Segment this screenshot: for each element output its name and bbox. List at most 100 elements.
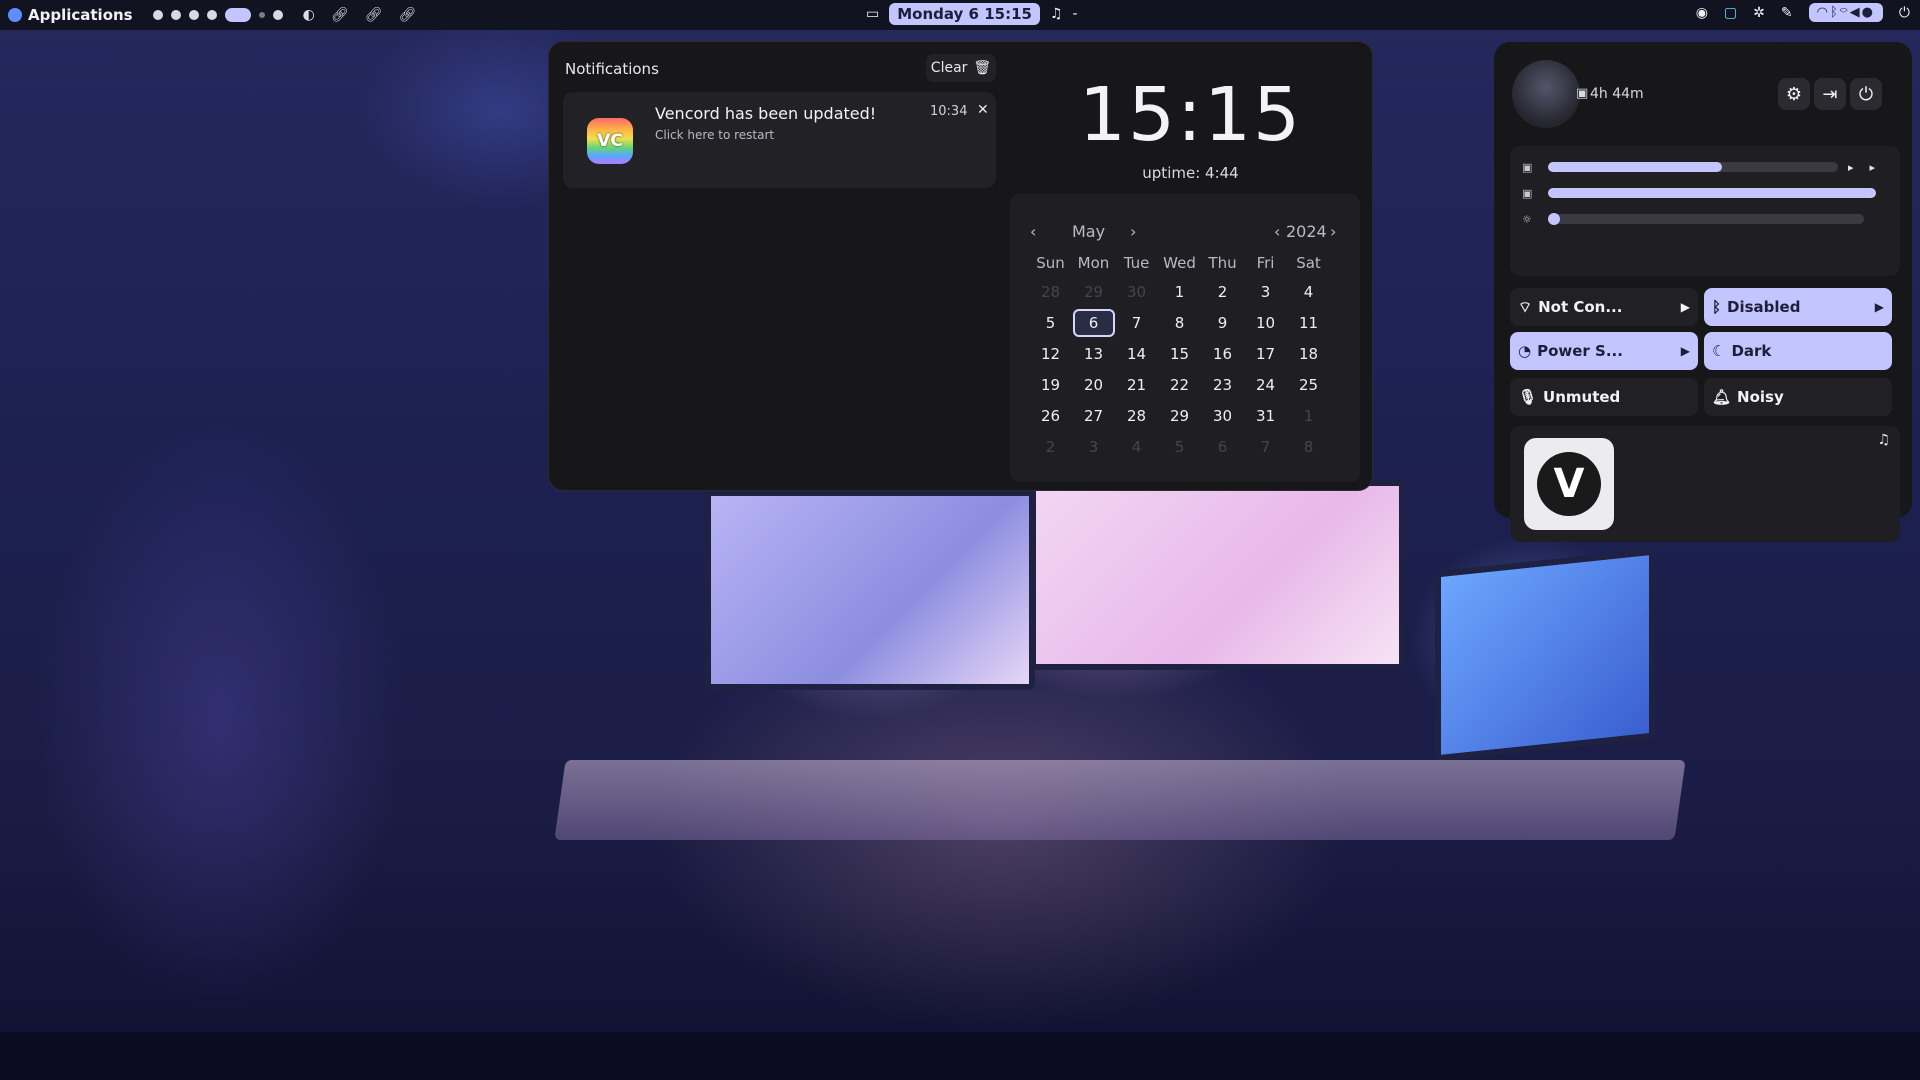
calendar-day[interactable]: 28	[1029, 278, 1072, 309]
calendar-day[interactable]: 13	[1072, 340, 1115, 371]
calendar-day[interactable]: 4	[1287, 278, 1330, 309]
calendar-day[interactable]: 6	[1201, 433, 1244, 464]
link-icon[interactable]: 🔗︎	[365, 7, 383, 23]
screen-icon[interactable]: ▢	[1724, 5, 1737, 21]
calendar-day[interactable]: 2	[1029, 433, 1072, 464]
calendar-day[interactable]: 9	[1201, 309, 1244, 340]
calendar-day[interactable]: 22	[1158, 371, 1201, 402]
power-button-icon[interactable]: ⏻	[1850, 78, 1882, 110]
calendar-day[interactable]: 1	[1158, 278, 1201, 309]
calendar-day[interactable]: 8	[1158, 309, 1201, 340]
settings-gear-icon[interactable]: ⚙	[1778, 78, 1810, 110]
brightness-icon: ☼	[1522, 212, 1532, 226]
status-pill[interactable]: ◠ᛒ⌔◀●	[1808, 3, 1883, 22]
calendar-day[interactable]: 14	[1115, 340, 1158, 371]
calendar-day[interactable]: 30	[1201, 402, 1244, 433]
calendar-day[interactable]: 10	[1244, 309, 1287, 340]
prev-year-icon[interactable]: ‹	[1274, 222, 1280, 241]
weekday-header: Fri	[1256, 254, 1275, 272]
calendar-day[interactable]: 29	[1072, 278, 1115, 309]
calendar-day[interactable]: 19	[1029, 371, 1072, 402]
mic-tile[interactable]: 🎙︎ Unmuted	[1510, 378, 1698, 416]
calendar-day[interactable]: 5	[1158, 433, 1201, 464]
calendar-day[interactable]: 4	[1115, 433, 1158, 464]
topbar-clock[interactable]: Monday 6 15:15	[889, 3, 1040, 25]
music-icon[interactable]: ♫	[1050, 6, 1063, 22]
mic-volume-fill	[1548, 188, 1876, 198]
workspace-active[interactable]	[224, 8, 251, 22]
applications-menu[interactable]: Applications	[8, 6, 133, 24]
system-tray: ◉ ▢ ✲ ✎ ◠ᛒ⌔◀● ⏻	[1696, 3, 1910, 22]
calendar-day[interactable]: 27	[1072, 402, 1115, 433]
link-icon[interactable]: 🔗︎	[331, 7, 349, 23]
calendar-day[interactable]: 28	[1115, 402, 1158, 433]
speaker-volume-slider[interactable]	[1548, 162, 1838, 172]
calendar: ‹ May › ‹ 2024 › Sun Mon Tue Wed Thu Fri Sat 28…	[1010, 194, 1360, 482]
theme-tile[interactable]: ☾ Dark	[1704, 332, 1892, 370]
calendar-day[interactable]: 7	[1115, 309, 1158, 340]
calendar-day[interactable]: 5	[1029, 309, 1072, 340]
bluetooth-tray-icon[interactable]: ✲	[1753, 5, 1765, 21]
calendar-day[interactable]: 25	[1287, 371, 1330, 402]
calendar-day[interactable]: 23	[1201, 371, 1244, 402]
link-icon[interactable]: 🔗︎	[398, 7, 416, 23]
vpn-icon[interactable]: ◉	[1696, 5, 1708, 21]
workspace-7[interactable]	[272, 10, 283, 20]
calendar-day[interactable]: 24	[1244, 371, 1287, 402]
notification-card[interactable]: VC Vencord has been updated! Click here …	[563, 92, 996, 188]
vivaldi-album-art[interactable]: V	[1524, 438, 1614, 530]
calendar-day[interactable]: 7	[1244, 433, 1287, 464]
calendar-day[interactable]: 8	[1287, 433, 1330, 464]
calendar-day[interactable]: 3	[1244, 278, 1287, 309]
notifications-tile[interactable]: 🔔︎ Noisy	[1704, 378, 1892, 416]
workspace-6[interactable]	[258, 12, 265, 18]
expand-icon[interactable]: ▸	[1848, 161, 1854, 174]
expand-icon[interactable]: ▸	[1870, 161, 1876, 174]
calendar-day[interactable]: 31	[1244, 402, 1287, 433]
clear-notifications-button[interactable]: Clear 🗑︎	[926, 54, 996, 82]
calendar-day[interactable]: 2	[1201, 278, 1244, 309]
color-picker-icon[interactable]: ✎	[1781, 5, 1793, 21]
calendar-day[interactable]: 21	[1115, 371, 1158, 402]
mic-volume-slider[interactable]	[1548, 188, 1876, 198]
workspace-2[interactable]	[170, 10, 181, 20]
calendar-day[interactable]: 12	[1029, 340, 1072, 371]
calendar-day[interactable]: 16	[1201, 340, 1244, 371]
bluetooth-tile[interactable]: ᛒ Disabled ▶	[1704, 288, 1892, 326]
network-tile[interactable]: ⌔ Not Con... ▶	[1510, 288, 1698, 326]
distro-logo-icon	[8, 8, 22, 22]
mic-icon: ●	[1861, 5, 1875, 20]
calendar-day[interactable]: 11	[1287, 309, 1330, 340]
chat-icon[interactable]: ▭	[866, 6, 879, 22]
close-icon[interactable]: ✕	[977, 102, 989, 118]
calendar-day[interactable]: 17	[1244, 340, 1287, 371]
wallpaper-monitor-left	[705, 490, 1035, 690]
power-profile-tile[interactable]: ◔ Power S... ▶	[1510, 332, 1698, 370]
calendar-day[interactable]: 18	[1287, 340, 1330, 371]
power-icon[interactable]: ⏻	[1899, 5, 1910, 21]
calendar-day[interactable]: 1	[1287, 402, 1330, 433]
workspace-3[interactable]	[188, 10, 199, 20]
logout-icon[interactable]: ⇥	[1814, 78, 1846, 110]
calendar-day[interactable]: 3	[1072, 433, 1115, 464]
prev-month-icon[interactable]: ‹	[1030, 222, 1036, 241]
volume-icon: ◀	[1849, 5, 1862, 20]
calendar-day[interactable]: 30	[1115, 278, 1158, 309]
workspace-1[interactable]	[152, 10, 163, 20]
topbar-center: ▭ Monday 6 15:15 ♫ -	[866, 3, 1078, 25]
calendar-day[interactable]: 29	[1158, 402, 1201, 433]
calendar-day-today[interactable]: 6	[1072, 309, 1115, 340]
next-year-icon[interactable]: ›	[1330, 222, 1336, 241]
clear-label: Clear	[930, 60, 968, 76]
brightness-slider[interactable]	[1548, 213, 1864, 225]
next-month-icon[interactable]: ›	[1130, 222, 1136, 241]
applications-label: Applications	[28, 6, 133, 24]
calendar-grid: Sun Mon Tue Wed Thu Fri Sat 28 29 30 1 2 3 4 5 6 7 8 9 10 11…	[1029, 254, 1333, 464]
microphone-icon: 🎙︎	[1518, 388, 1538, 406]
workspace-4[interactable]	[206, 10, 217, 20]
calendar-day[interactable]: 15	[1158, 340, 1201, 371]
calendar-day[interactable]: 26	[1029, 402, 1072, 433]
notifications-label: Noisy	[1737, 388, 1784, 406]
firefox-icon[interactable]: ◐	[303, 7, 315, 23]
calendar-day[interactable]: 20	[1072, 371, 1115, 402]
